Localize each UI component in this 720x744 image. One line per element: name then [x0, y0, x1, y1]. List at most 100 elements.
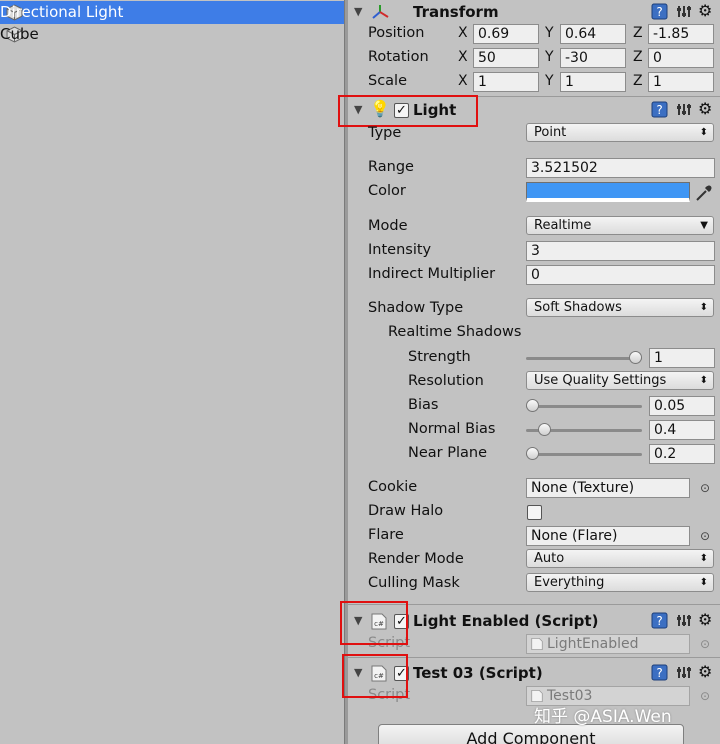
hierarchy-panel: Directional Light Cube [0, 0, 344, 744]
z-axis-label[interactable]: Z [633, 73, 643, 89]
scale-y-field[interactable]: 1 [560, 72, 626, 92]
preset-sliders-icon[interactable] [676, 612, 693, 629]
field-label: Draw Halo [368, 503, 444, 519]
z-axis-label[interactable]: Z [633, 25, 643, 41]
y-axis-label[interactable]: Y [545, 73, 554, 89]
field-label: Color [368, 183, 406, 199]
x-axis-label[interactable]: X [458, 25, 468, 41]
script-name: LightEnabled [547, 636, 639, 652]
dropdown-value: Point [534, 125, 567, 140]
field-label: Type [368, 125, 402, 141]
help-book-icon[interactable]: ? [651, 3, 668, 20]
position-y-field[interactable]: 0.64 [560, 24, 626, 44]
help-book-icon[interactable]: ? [651, 664, 668, 681]
svg-text:?: ? [656, 666, 662, 680]
object-picker-icon[interactable]: ⊙ [700, 529, 710, 543]
range-field[interactable]: 3.521502 [526, 158, 715, 178]
hierarchy-item-label: Directional Light [0, 3, 124, 21]
gear-icon[interactable]: ⚙ [698, 610, 712, 629]
x-axis-label[interactable]: X [458, 49, 468, 65]
position-z-field[interactable]: -1.85 [648, 24, 714, 44]
shadow-type-dropdown[interactable]: Soft Shadows ⬍ [526, 298, 714, 317]
component-title: Transform [413, 3, 499, 21]
near-plane-slider[interactable] [526, 446, 642, 462]
scale-x-field[interactable]: 1 [473, 72, 539, 92]
inspector-panel: ▼ Transform ? ⚙ Position X 0.69 Y 0.64 Z… [338, 0, 720, 744]
csharp-script-icon [531, 690, 543, 702]
scale-z-field[interactable]: 1 [648, 72, 714, 92]
position-x-field[interactable]: 0.69 [473, 24, 539, 44]
gear-icon[interactable]: ⚙ [698, 1, 712, 20]
field-label: Near Plane [408, 445, 487, 461]
csharp-script-icon [531, 638, 543, 650]
culling-mask-dropdown[interactable]: Everything ⬍ [526, 573, 714, 592]
component-title: Light Enabled (Script) [413, 612, 599, 630]
near-plane-field[interactable]: 0.2 [649, 444, 715, 464]
help-book-icon[interactable]: ? [651, 612, 668, 629]
preset-sliders-icon[interactable] [676, 101, 693, 118]
field-label: Cookie [368, 479, 418, 495]
transform-axes-icon [372, 5, 389, 19]
normal-bias-field[interactable]: 0.4 [649, 420, 715, 440]
dropdown-arrow-icon: ⬍ [699, 127, 708, 138]
rotation-row: Rotation X 50 Y -30 Z 0 [348, 47, 720, 69]
y-axis-label[interactable]: Y [545, 25, 554, 41]
rotation-x-field[interactable]: 50 [473, 48, 539, 68]
bias-field[interactable]: 0.05 [649, 396, 715, 416]
preset-sliders-icon[interactable] [676, 664, 693, 681]
intensity-field[interactable]: 3 [526, 241, 715, 261]
dropdown-arrow-icon: ⬍ [699, 577, 708, 588]
slider-knob[interactable] [538, 423, 551, 436]
strength-slider[interactable] [526, 350, 642, 366]
near-plane-row: Near Plane 0.2 [348, 443, 720, 465]
realtime-shadows-row: Realtime Shadows [348, 322, 720, 344]
flare-object-field[interactable]: None (Flare) [526, 526, 690, 546]
x-axis-label[interactable]: X [458, 73, 468, 89]
shadow-type-row: Shadow Type Soft Shadows ⬍ [348, 298, 720, 320]
bias-row: Bias 0.05 [348, 395, 720, 417]
object-picker-icon: ⊙ [700, 689, 711, 703]
resolution-row: Resolution Use Quality Settings ⬍ [348, 371, 720, 393]
field-label: Bias [408, 397, 439, 413]
bias-slider[interactable] [526, 398, 642, 414]
dropdown-arrow-icon: ⬍ [699, 553, 708, 564]
field-label: Shadow Type [368, 300, 464, 316]
foldout-arrow-icon[interactable]: ▼ [354, 5, 362, 18]
gear-icon[interactable]: ⚙ [698, 662, 712, 681]
object-picker-icon[interactable]: ⊙ [700, 481, 710, 495]
section-label: Realtime Shadows [388, 324, 522, 340]
object-picker-icon: ⊙ [700, 637, 711, 651]
indirect-multiplier-row: Indirect Multiplier 0 [348, 264, 720, 286]
preset-sliders-icon[interactable] [676, 3, 693, 20]
render-mode-row: Render Mode Auto ⬍ [348, 549, 720, 571]
component-title: Test 03 (Script) [413, 664, 543, 682]
add-component-button[interactable]: Add Component [378, 724, 684, 744]
rotation-z-field[interactable]: 0 [648, 48, 714, 68]
gear-icon[interactable]: ⚙ [698, 99, 712, 118]
slider-knob[interactable] [526, 399, 539, 412]
hierarchy-item-directional-light[interactable]: Directional Light [0, 1, 344, 24]
rotation-y-field[interactable]: -30 [560, 48, 626, 68]
mode-dropdown[interactable]: Realtime ▼ [526, 216, 714, 235]
cookie-object-field[interactable]: None (Texture) [526, 478, 690, 498]
slider-knob[interactable] [526, 447, 539, 460]
indirect-multiplier-field[interactable]: 0 [526, 265, 715, 285]
render-mode-dropdown[interactable]: Auto ⬍ [526, 549, 714, 568]
type-row: Type Point ⬍ [348, 123, 720, 145]
normal-bias-row: Normal Bias 0.4 [348, 419, 720, 441]
eyedropper-icon[interactable] [694, 183, 714, 203]
strength-field[interactable]: 1 [649, 348, 715, 368]
type-dropdown[interactable]: Point ⬍ [526, 123, 714, 142]
draw-halo-checkbox[interactable] [527, 505, 542, 520]
hierarchy-item-cube[interactable]: Cube [0, 23, 344, 46]
script-object-field: LightEnabled [526, 634, 690, 654]
help-book-icon[interactable]: ? [651, 101, 668, 118]
color-row: Color [348, 181, 720, 203]
dropdown-arrow-icon: ⬍ [699, 375, 708, 386]
y-axis-label[interactable]: Y [545, 49, 554, 65]
z-axis-label[interactable]: Z [633, 49, 643, 65]
color-swatch[interactable] [526, 182, 690, 202]
resolution-dropdown[interactable]: Use Quality Settings ⬍ [526, 371, 714, 390]
normal-bias-slider[interactable] [526, 422, 642, 438]
slider-knob[interactable] [629, 351, 642, 364]
